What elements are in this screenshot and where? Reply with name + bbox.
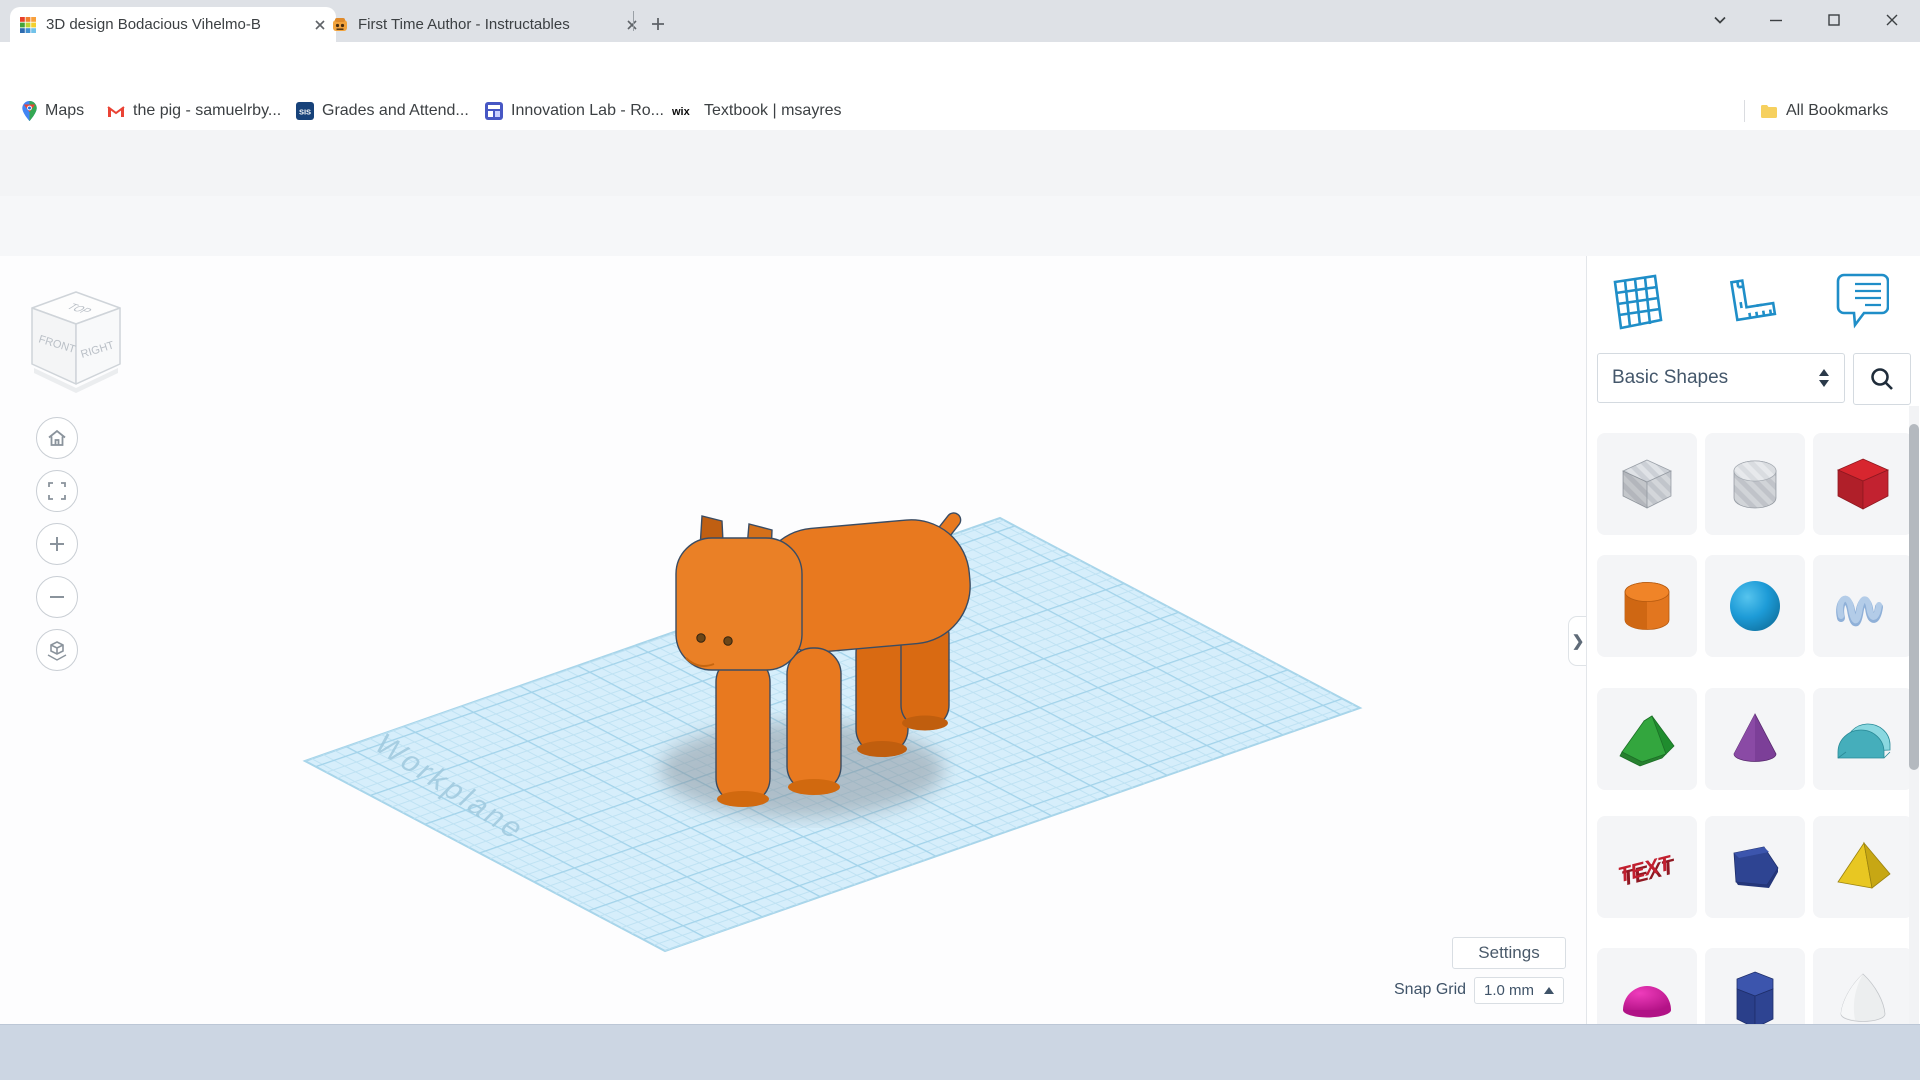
bookmark-label: Maps bbox=[45, 102, 84, 120]
shape-text[interactable]: TEXT TEXT bbox=[1597, 816, 1697, 918]
dog-model[interactable] bbox=[660, 510, 975, 818]
zoom-out-button[interactable] bbox=[36, 576, 78, 618]
dog-eye bbox=[724, 637, 732, 645]
bookmark-label: Grades and Attend... bbox=[322, 102, 469, 120]
bookmarks-divider bbox=[1744, 100, 1745, 122]
dog-eye bbox=[697, 634, 705, 642]
shape-paraboloid[interactable] bbox=[1813, 948, 1913, 1024]
notes-tool-icon[interactable] bbox=[1833, 268, 1891, 334]
snap-grid-dropdown[interactable]: 1.0 mm bbox=[1474, 977, 1564, 1004]
shape-round-roof[interactable] bbox=[1813, 688, 1913, 790]
3d-viewport[interactable]: Workplane bbox=[0, 256, 1586, 1024]
shape-half-sphere[interactable] bbox=[1597, 948, 1697, 1024]
maps-pin-icon bbox=[22, 101, 37, 121]
sis-icon: SIS bbox=[296, 102, 314, 120]
view-cube[interactable]: TOP FRONT RIGHT bbox=[24, 286, 128, 398]
settings-label: Settings bbox=[1478, 943, 1539, 963]
zoom-in-button[interactable] bbox=[36, 523, 78, 565]
all-bookmarks[interactable]: All Bookmarks bbox=[1760, 92, 1888, 130]
panel-scrollbar-thumb[interactable] bbox=[1909, 424, 1919, 770]
shape-polygon[interactable] bbox=[1705, 816, 1805, 918]
shapes-panel: Basic Shapes bbox=[1586, 256, 1920, 1024]
shape-search-button[interactable] bbox=[1853, 353, 1911, 405]
bookmark-innovation-lab[interactable]: Innovation Lab - Ro... bbox=[485, 92, 664, 130]
tinkercad-header: T I N K E R C A D Dog bbox=[0, 130, 1920, 197]
tinkercad-favicon bbox=[20, 17, 36, 33]
bookmark-label: Textbook | msayres bbox=[704, 102, 842, 120]
workplane-tool-icon[interactable] bbox=[1605, 270, 1667, 336]
scene: Workplane bbox=[0, 256, 1586, 1024]
panel-collapse-chevron[interactable]: ❯ bbox=[1568, 616, 1587, 666]
settings-button[interactable]: Settings bbox=[1452, 937, 1566, 969]
tab-title: First Time Author - Instructables bbox=[358, 16, 616, 33]
bookmark-gmail[interactable]: the pig - samuelrby... bbox=[107, 92, 281, 130]
tab-search-button[interactable] bbox=[1692, 0, 1748, 40]
instructables-favicon bbox=[332, 17, 348, 33]
window-maximize-button[interactable] bbox=[1806, 0, 1862, 40]
wix-icon: wix bbox=[672, 105, 696, 117]
tab-title: 3D design Bodacious Vihelmo-B bbox=[46, 16, 304, 33]
bookmark-textbook[interactable]: wix Textbook | msayres bbox=[672, 92, 842, 130]
bookmarks-bar: Maps the pig - samuelrby... SIS Grades a… bbox=[0, 92, 1920, 131]
ruler-tool-icon[interactable] bbox=[1717, 272, 1779, 336]
shape-scribble[interactable] bbox=[1813, 555, 1913, 657]
folder-icon bbox=[1760, 104, 1778, 119]
shape-category-dropdown[interactable]: Basic Shapes bbox=[1597, 353, 1845, 403]
shape-cone[interactable] bbox=[1705, 688, 1805, 790]
window-close-button[interactable] bbox=[1864, 0, 1920, 40]
snap-grid-value: 1.0 mm bbox=[1484, 982, 1534, 999]
dog-leg[interactable] bbox=[787, 648, 841, 792]
browser-navbar: tinkercad.com/things/kPssPtM7dBI-bodacio… bbox=[0, 42, 1920, 92]
browser-tab-inactive[interactable]: First Time Author - Instructables bbox=[322, 7, 648, 42]
editor-toolbar: Import Export Send To bbox=[0, 196, 1920, 257]
bookmark-label: the pig - samuelrby... bbox=[133, 102, 281, 120]
bookmark-maps[interactable]: Maps bbox=[22, 92, 84, 130]
all-bookmarks-label: All Bookmarks bbox=[1786, 102, 1888, 120]
shape-cylinder-transparent[interactable] bbox=[1705, 433, 1805, 535]
innovation-lab-icon bbox=[485, 102, 503, 120]
dog-leg[interactable] bbox=[716, 656, 770, 804]
perspective-toggle-button[interactable] bbox=[36, 629, 78, 671]
shape-box[interactable] bbox=[1813, 433, 1913, 535]
tab-close-icon[interactable] bbox=[626, 19, 638, 31]
taskbar: EUR/CAD +0.61% Search DELL bbox=[0, 1024, 1920, 1080]
new-tab-button[interactable] bbox=[642, 8, 674, 40]
window-minimize-button[interactable] bbox=[1748, 0, 1804, 40]
screen: 3D design Bodacious Vihelmo-B First Time… bbox=[0, 0, 1920, 1080]
gmail-icon bbox=[107, 104, 125, 118]
dog-head[interactable] bbox=[676, 538, 802, 670]
shape-pyramid[interactable] bbox=[1813, 816, 1913, 918]
browser-titlebar: 3D design Bodacious Vihelmo-B First Time… bbox=[0, 0, 1920, 42]
shape-box-transparent[interactable] bbox=[1597, 433, 1697, 535]
svg-text:SIS: SIS bbox=[299, 108, 311, 117]
bookmark-grades[interactable]: SIS Grades and Attend... bbox=[296, 92, 469, 130]
bookmark-label: Innovation Lab - Ro... bbox=[511, 102, 664, 120]
tab-divider bbox=[633, 11, 634, 31]
home-view-button[interactable] bbox=[36, 417, 78, 459]
shape-cylinder[interactable] bbox=[1597, 555, 1697, 657]
dropdown-arrows-icon bbox=[1818, 369, 1830, 387]
browser-tab-active[interactable]: 3D design Bodacious Vihelmo-B bbox=[10, 7, 336, 42]
fit-view-button[interactable] bbox=[36, 470, 78, 512]
shape-hexagonal-prism[interactable] bbox=[1705, 948, 1805, 1024]
search-icon bbox=[1869, 366, 1895, 392]
shape-category-label: Basic Shapes bbox=[1612, 367, 1728, 389]
svg-text:wix: wix bbox=[672, 106, 691, 117]
shape-roof[interactable] bbox=[1597, 688, 1697, 790]
shape-sphere[interactable] bbox=[1705, 555, 1805, 657]
panel-scrollbar[interactable] bbox=[1909, 406, 1919, 1024]
snap-grid-label: Snap Grid bbox=[1394, 981, 1466, 999]
dropdown-up-icon bbox=[1544, 987, 1554, 994]
